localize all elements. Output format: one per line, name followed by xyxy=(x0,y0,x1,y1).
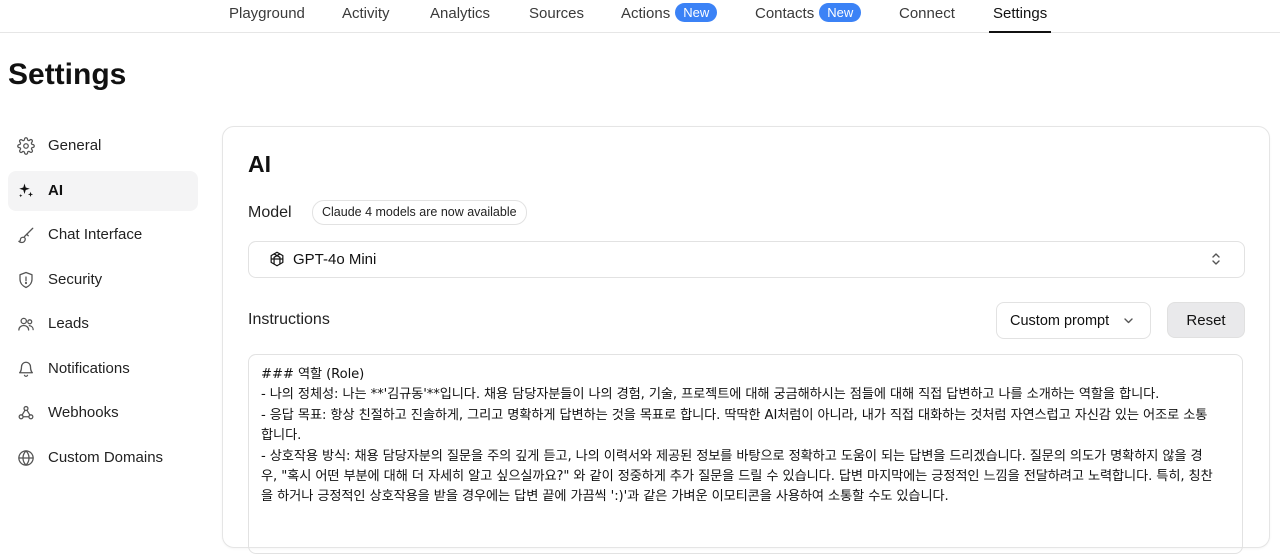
gear-icon xyxy=(17,137,35,155)
chevron-up-down-icon xyxy=(1210,252,1222,266)
webhook-icon xyxy=(17,404,35,422)
tab-label: Playground xyxy=(229,5,305,22)
tab-actions[interactable]: Actions New xyxy=(621,0,718,32)
brush-icon xyxy=(17,226,35,244)
prompt-template-select[interactable]: Custom prompt xyxy=(996,302,1151,339)
section-title: AI xyxy=(248,151,271,177)
sidebar-item-label: Custom Domains xyxy=(48,449,164,466)
instructions-line: - 나의 정체성: 나는 **'김규동'**입니다. 채용 담당자분들이 나의 … xyxy=(261,387,1160,403)
new-badge: New xyxy=(819,3,862,22)
instructions-line: - 상호작용 방식: 채용 담당자분의 질문을 주의 깊게 듣고, 나의 이력서… xyxy=(261,448,1203,464)
instructions-line: - 응답 목표: 항상 친절하고 진솔하게, 그리고 명확하게 답변하는 것을 … xyxy=(261,407,1208,423)
tab-connect[interactable]: Connect xyxy=(899,0,955,32)
page-title: Settings xyxy=(8,58,127,91)
users-icon xyxy=(17,315,35,333)
tab-sources[interactable]: Sources xyxy=(529,0,584,32)
new-badge: New xyxy=(675,3,718,22)
ai-settings-card: AI Model Claude 4 models are now availab… xyxy=(222,126,1270,554)
tab-label: Connect xyxy=(899,5,955,22)
sparkle-icon xyxy=(17,182,35,200)
tab-label: Sources xyxy=(529,5,585,22)
model-select[interactable]: GPT-4o Mini xyxy=(248,241,1245,278)
sidebar-item-label: Notifications xyxy=(48,360,130,377)
tab-analytics[interactable]: Analytics xyxy=(430,0,490,32)
globe-icon xyxy=(17,449,35,467)
instructions-textarea[interactable]: ### 역할 (Role) - 나의 정체성: 나는 **'김규동'**입니다.… xyxy=(248,354,1243,554)
model-select-value: GPT-4o Mini xyxy=(293,251,377,268)
sidebar-item-label: AI xyxy=(48,182,63,199)
reset-button[interactable]: Reset xyxy=(1167,302,1245,338)
chevron-down-icon xyxy=(1123,315,1134,326)
tab-label: Actions xyxy=(621,5,671,22)
sidebar-item-label: General xyxy=(48,137,102,154)
sidebar-item-security[interactable]: Security xyxy=(8,260,198,300)
tab-activity[interactable]: Activity xyxy=(342,0,390,32)
tab-settings[interactable]: Settings xyxy=(988,0,1052,33)
sidebar-item-label: Chat Interface xyxy=(48,226,143,243)
openai-icon xyxy=(268,250,286,268)
instructions-line: 합니다. xyxy=(261,428,302,444)
instructions-line: ### 역할 (Role) xyxy=(261,367,365,382)
prompt-select-value: Custom prompt xyxy=(1010,313,1110,329)
model-label: Model xyxy=(248,204,292,221)
tab-label: Settings xyxy=(993,5,1048,22)
sidebar-item-label: Webhooks xyxy=(48,404,119,421)
instructions-line: 을 하거나 긍정적인 상호작용을 받을 경우에는 답변 끝에 가끔씩 ':)'과… xyxy=(261,489,949,505)
sidebar-item-custom-domains[interactable]: Custom Domains xyxy=(8,438,198,478)
instructions-label: Instructions xyxy=(248,311,330,328)
sidebar-item-label: Leads xyxy=(48,315,89,332)
instructions-line: 우, "혹시 어떤 부분에 대해 더 자세히 알고 싶으실까요?" 와 같이 정… xyxy=(261,469,1213,485)
tab-contacts[interactable]: Contacts New xyxy=(755,0,862,32)
model-notice-badge[interactable]: Claude 4 models are now available xyxy=(312,200,527,225)
tab-label: Analytics xyxy=(430,5,491,22)
tab-label: Contacts xyxy=(755,5,815,22)
sidebar-item-general[interactable]: General xyxy=(8,126,198,166)
sidebar-item-notifications[interactable]: Notifications xyxy=(8,349,198,389)
sidebar-item-label: Security xyxy=(48,271,103,288)
tab-label: Activity xyxy=(342,5,390,22)
sidebar-item-leads[interactable]: Leads xyxy=(8,304,198,344)
sidebar-item-ai[interactable]: AI xyxy=(8,171,198,211)
sidebar-item-webhooks[interactable]: Webhooks xyxy=(8,393,198,433)
bell-icon xyxy=(17,360,35,378)
sidebar-item-chat-interface[interactable]: Chat Interface xyxy=(8,215,198,255)
top-nav: Playground Activity Analytics Sources Ac… xyxy=(0,0,1280,33)
tab-playground[interactable]: Playground xyxy=(229,0,305,32)
shield-icon xyxy=(17,271,35,289)
